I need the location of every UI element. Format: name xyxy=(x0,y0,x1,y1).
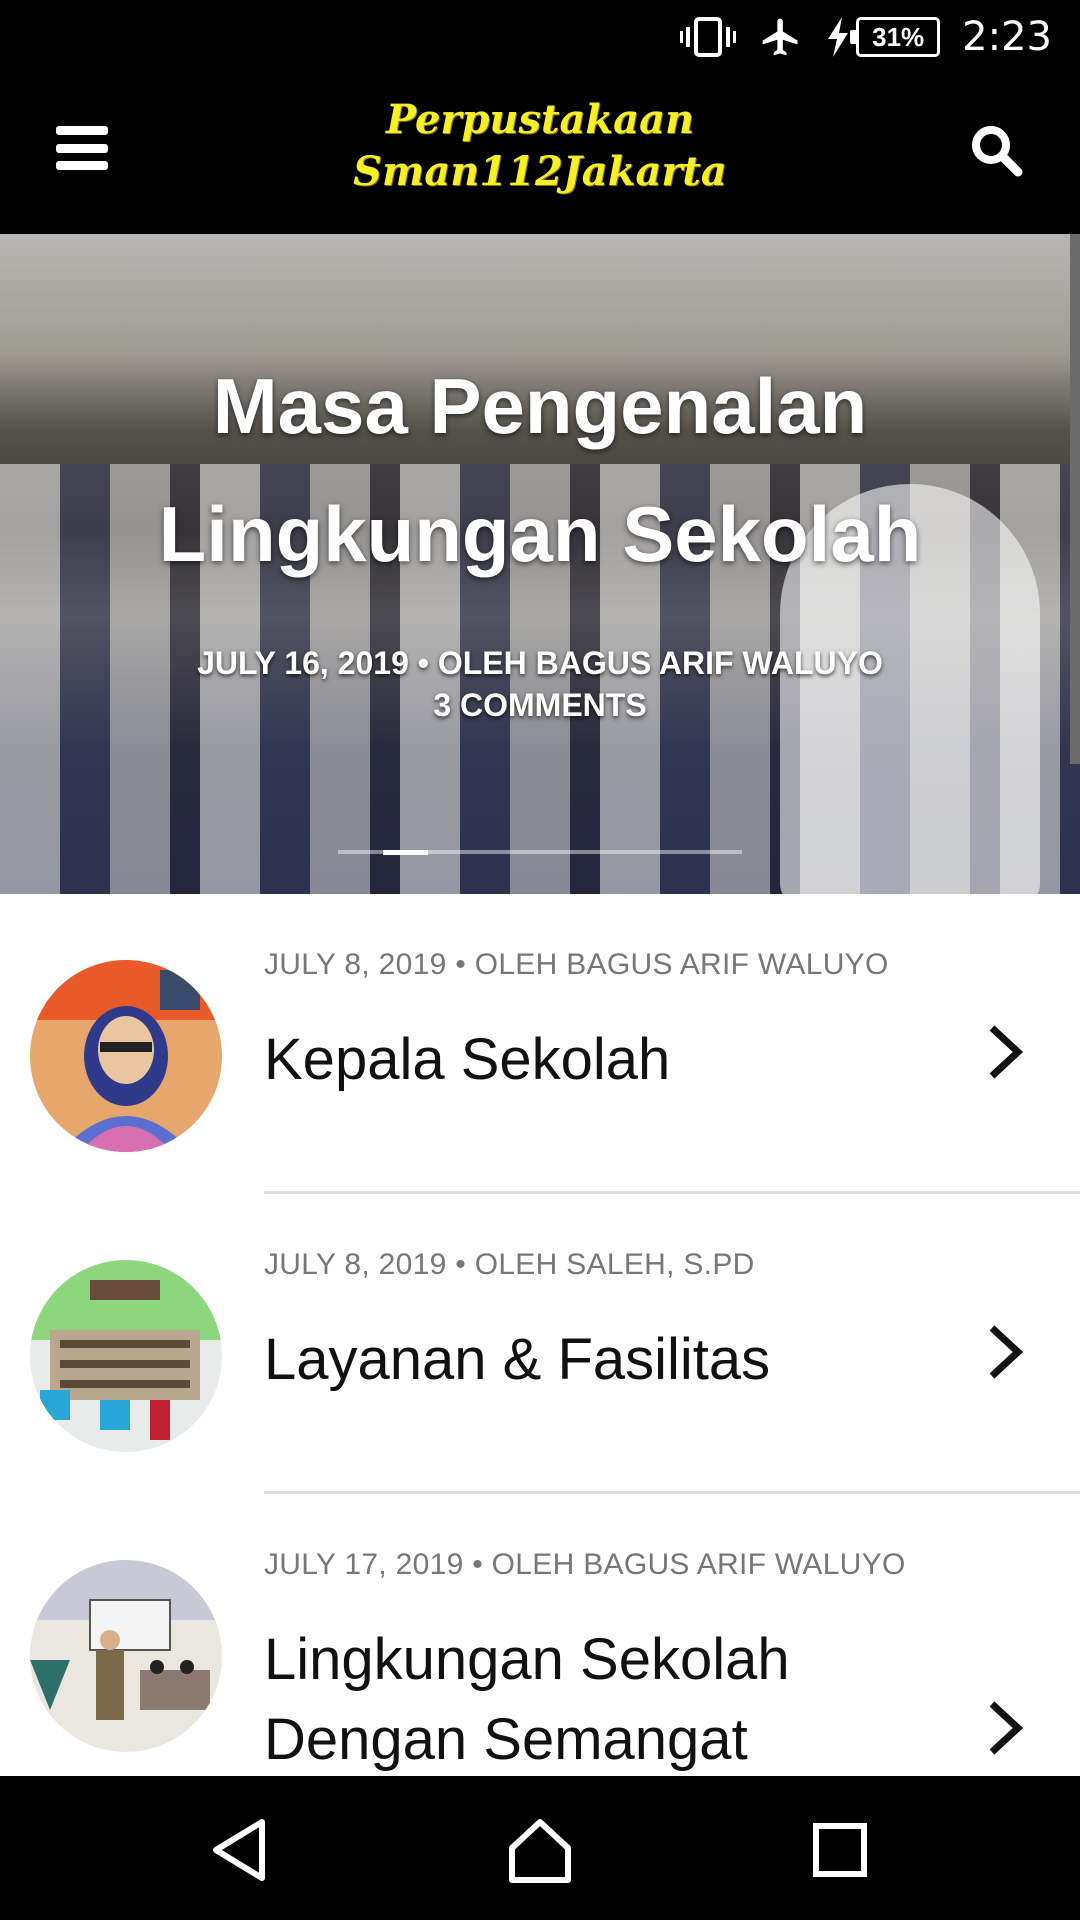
slider-pager xyxy=(338,850,742,855)
system-nav-bar xyxy=(0,1776,1080,1920)
app-bar: Perpustakaan Sman112Jakarta xyxy=(0,74,1080,234)
featured-post-title[interactable]: Masa Pengenalan Lingkungan Sekolah xyxy=(90,342,990,598)
recents-icon[interactable] xyxy=(804,1814,876,1886)
battery-level: 31% xyxy=(872,21,925,52)
post-meta: JULY 17, 2019 • OLEH BAGUS ARIF WALUYO xyxy=(264,1548,906,1581)
post-meta: JULY 8, 2019 • OLEH SALEH, S.PD xyxy=(264,1248,755,1281)
post-title[interactable]: Lingkungan Sekolah Dengan Semangat xyxy=(264,1620,964,1780)
status-bar: 31% 2:23 xyxy=(0,0,1080,74)
post-thumbnail xyxy=(30,1560,222,1752)
charging-icon xyxy=(828,17,849,57)
chevron-right-icon[interactable] xyxy=(982,1022,1030,1082)
hamburger-icon[interactable] xyxy=(56,126,108,170)
featured-post-meta: JULY 16, 2019 • OLEH BAGUS ARIF WALUYO 3… xyxy=(100,642,980,726)
logo-line-2: Sman112Jakarta xyxy=(353,148,727,195)
home-icon[interactable] xyxy=(504,1814,576,1886)
post-meta: JULY 8, 2019 • OLEH BAGUS ARIF WALUYO xyxy=(264,948,889,981)
back-icon[interactable] xyxy=(204,1814,276,1886)
list-item[interactable]: JULY 8, 2019 • OLEH SALEH, S.PD Layanan … xyxy=(0,1194,1080,1494)
post-thumbnail xyxy=(30,960,222,1152)
featured-post-comments[interactable]: 3 COMMENTS xyxy=(100,684,980,726)
post-title[interactable]: Kepala Sekolah xyxy=(264,1020,964,1100)
site-logo[interactable]: Perpustakaan Sman112Jakarta xyxy=(280,94,800,198)
vibrate-icon xyxy=(680,17,737,57)
list-item[interactable]: JULY 17, 2019 • OLEH BAGUS ARIF WALUYO L… xyxy=(0,1494,1080,1776)
search-icon[interactable] xyxy=(968,122,1024,178)
featured-post-slider[interactable]: Masa Pengenalan Lingkungan Sekolah JULY … xyxy=(0,234,1080,894)
post-thumbnail xyxy=(30,1260,222,1452)
chevron-right-icon[interactable] xyxy=(982,1698,1030,1758)
logo-line-1: Perpustakaan xyxy=(385,96,695,143)
list-item[interactable]: JULY 8, 2019 • OLEH BAGUS ARIF WALUYO Ke… xyxy=(0,894,1080,1194)
featured-post-date-author: JULY 16, 2019 • OLEH BAGUS ARIF WALUYO xyxy=(197,645,883,681)
scrollbar[interactable] xyxy=(1070,234,1080,764)
battery-icon: 31% xyxy=(850,17,941,57)
slider-pager-active xyxy=(382,850,428,855)
clock: 2:23 xyxy=(962,14,1052,60)
chevron-right-icon[interactable] xyxy=(982,1322,1030,1382)
airplane-icon xyxy=(762,18,798,56)
post-title[interactable]: Layanan & Fasilitas xyxy=(264,1320,964,1400)
